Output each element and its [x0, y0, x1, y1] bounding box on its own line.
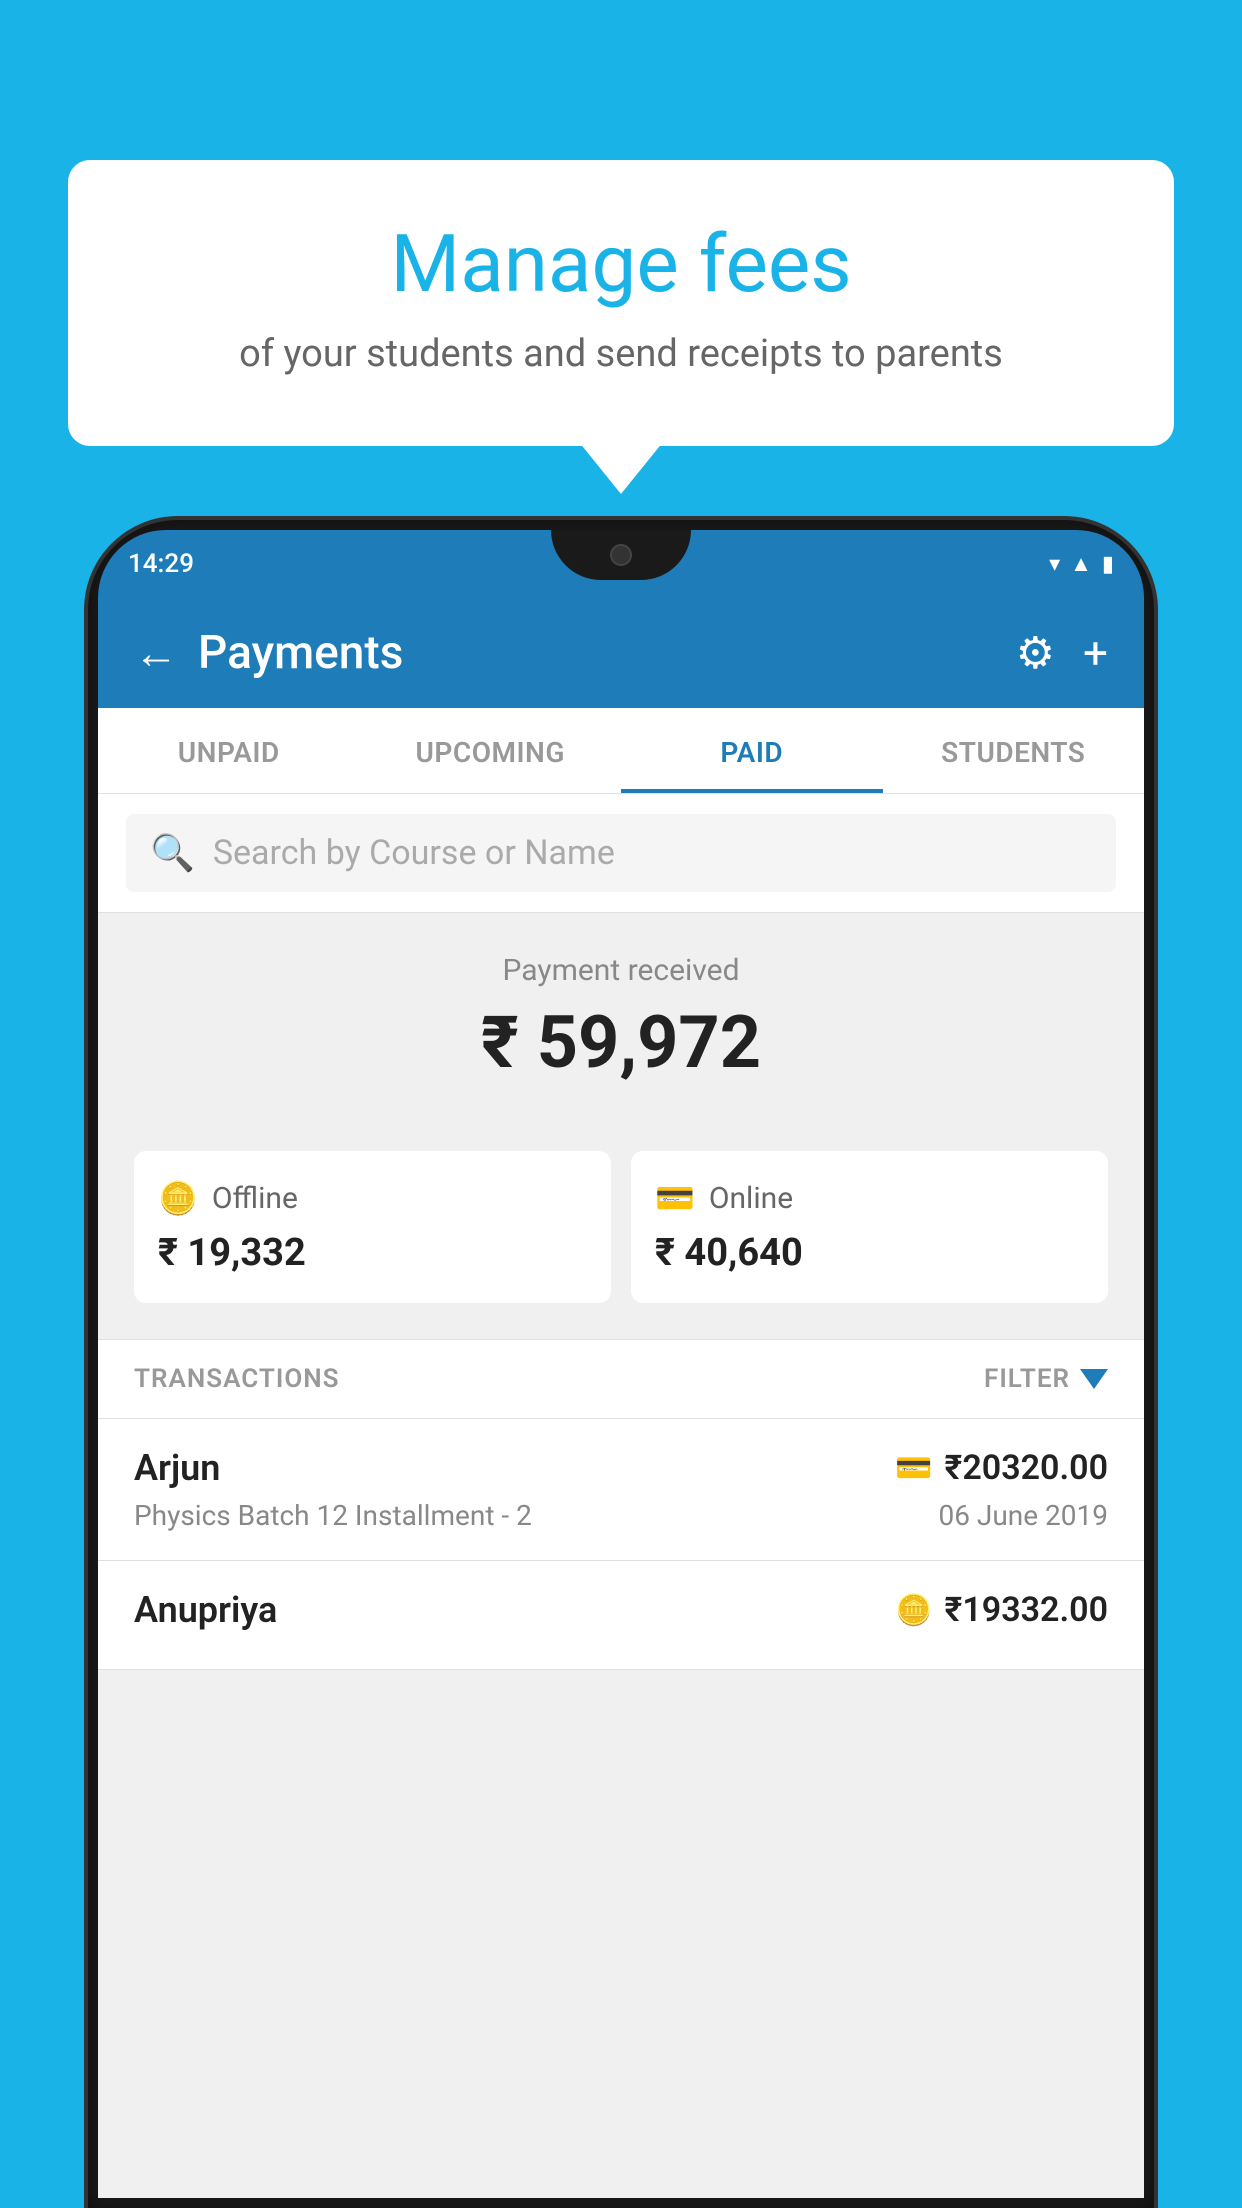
rupee-icon: 🪙	[895, 1593, 932, 1628]
battery-icon: ▮	[1102, 552, 1114, 577]
camera-dot	[610, 544, 632, 566]
transaction-date: 06 June 2019	[938, 1499, 1108, 1532]
settings-icon[interactable]: ⚙	[1016, 627, 1055, 679]
offline-card: 🪙 Offline ₹ 19,332	[134, 1151, 611, 1303]
app-header: ← Payments ⚙ +	[98, 598, 1144, 708]
payment-cards: 🪙 Offline ₹ 19,332 💳 Online ₹ 40,640	[98, 1151, 1144, 1339]
phone-notch	[551, 530, 691, 580]
transaction-amount: ₹20320.00	[945, 1448, 1108, 1488]
status-icons: ▾ ▲ ▮	[1049, 551, 1114, 577]
table-row[interactable]: Anupriya 🪙 ₹19332.00	[98, 1561, 1144, 1670]
filter-icon	[1080, 1369, 1108, 1389]
payment-summary: Payment received ₹ 59,972	[98, 913, 1144, 1151]
signal-icon: ▲	[1070, 551, 1092, 577]
tab-paid[interactable]: PAID	[621, 708, 883, 793]
search-box[interactable]: 🔍 Search by Course or Name	[126, 814, 1116, 892]
back-button[interactable]: ←	[134, 631, 178, 675]
tooltip-subtitle: of your students and send receipts to pa…	[128, 332, 1114, 376]
wifi-icon: ▾	[1049, 552, 1060, 577]
online-card: 💳 Online ₹ 40,640	[631, 1151, 1108, 1303]
online-amount: ₹ 40,640	[655, 1231, 1084, 1275]
tooltip-title: Manage fees	[128, 220, 1114, 308]
transactions-header: TRANSACTIONS FILTER	[98, 1339, 1144, 1419]
search-placeholder: Search by Course or Name	[213, 833, 615, 873]
add-button[interactable]: +	[1083, 627, 1108, 679]
page-title: Payments	[198, 626, 403, 680]
tooltip-card: Manage fees of your students and send re…	[68, 160, 1174, 446]
search-icon: 🔍	[150, 832, 195, 874]
tab-unpaid[interactable]: UNPAID	[98, 708, 360, 793]
filter-button[interactable]: FILTER	[984, 1364, 1108, 1394]
tabs-bar: UNPAID UPCOMING PAID STUDENTS	[98, 708, 1144, 794]
transaction-amount: ₹19332.00	[945, 1590, 1108, 1630]
offline-amount: ₹ 19,332	[158, 1231, 587, 1275]
transaction-name: Arjun	[134, 1447, 220, 1489]
transactions-label: TRANSACTIONS	[134, 1364, 340, 1394]
card-icon: 💳	[895, 1451, 932, 1486]
status-time: 14:29	[128, 549, 194, 579]
payment-received-label: Payment received	[134, 953, 1108, 988]
offline-label: Offline	[212, 1181, 298, 1216]
transaction-name: Anupriya	[134, 1589, 277, 1631]
phone-screen: ← Payments ⚙ + UNPAID UPCOMING PAID	[98, 598, 1144, 2198]
status-bar: 14:29 ▾ ▲ ▮	[98, 530, 1144, 598]
transaction-course: Physics Batch 12 Installment - 2	[134, 1499, 532, 1532]
tab-students[interactable]: STUDENTS	[883, 708, 1145, 793]
table-row[interactable]: Arjun 💳 ₹20320.00 Physics Batch 12 Insta…	[98, 1419, 1144, 1561]
tab-upcoming[interactable]: UPCOMING	[360, 708, 622, 793]
online-icon: 💳	[655, 1179, 695, 1217]
online-label: Online	[709, 1181, 793, 1216]
search-container: 🔍 Search by Course or Name	[98, 794, 1144, 913]
payment-total-amount: ₹ 59,972	[134, 1000, 1108, 1085]
filter-label: FILTER	[984, 1364, 1070, 1394]
phone-frame: 14:29 ▾ ▲ ▮ ← Payments ⚙ +	[88, 520, 1154, 2208]
offline-icon: 🪙	[158, 1179, 198, 1217]
